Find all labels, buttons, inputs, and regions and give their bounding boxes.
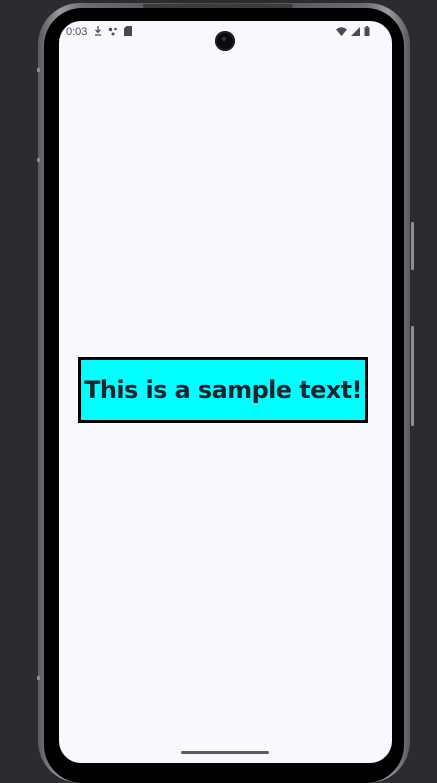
left-button-1 — [37, 68, 40, 72]
sample-text: This is a sample text! — [84, 376, 362, 404]
emulator-background: 0:03 This is a sample text! — [0, 0, 437, 783]
phone-screen: 0:03 This is a sample text! — [59, 21, 392, 763]
power-button[interactable] — [411, 222, 414, 270]
left-button-3 — [37, 676, 40, 680]
app-content: This is a sample text! — [59, 21, 392, 763]
left-button-2 — [37, 158, 40, 162]
gesture-nav-handle[interactable] — [181, 751, 269, 754]
volume-rocker[interactable] — [411, 326, 414, 426]
sample-text-box: This is a sample text! — [78, 357, 368, 423]
